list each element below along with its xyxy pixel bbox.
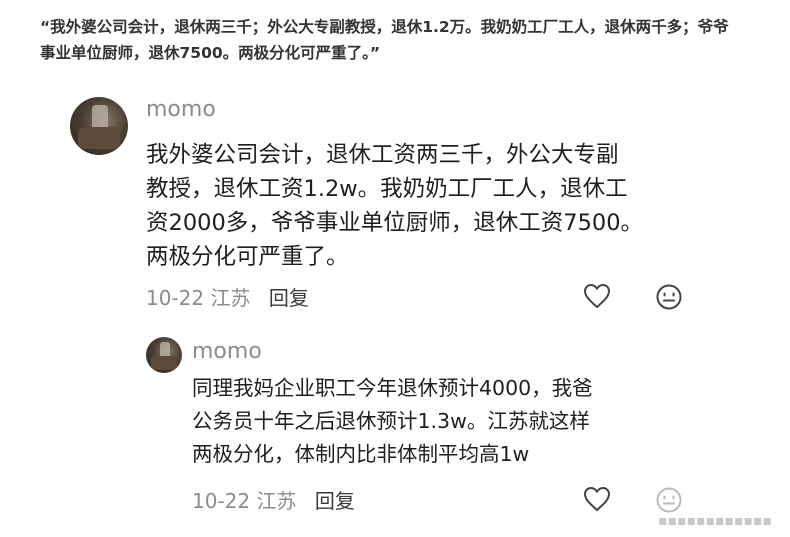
comment-location: 江苏 (210, 286, 251, 310)
heart-outline-icon[interactable] (583, 486, 611, 512)
watermark: ▪▪▪▪▪▪▪▪▪▪▪▪ (658, 513, 772, 529)
comment-line: 公务员十年之后退休预计1.3w。江苏就这样 (192, 409, 590, 433)
comment-meta: 10-22 江苏 回复 (192, 485, 355, 514)
comment-location: 江苏 (256, 489, 297, 513)
comment-line: 我外婆公司会计，退休工资两三千，外公大专副 (146, 142, 619, 168)
comment-line: 教授，退休工资1.2w。我奶奶工厂工人，退休工 (146, 176, 628, 202)
smiley-face-icon[interactable] (655, 486, 683, 514)
comment-line: 两极分化可严重了。 (146, 244, 349, 270)
comment-line: 两极分化，体制内比非体制平均高1w (192, 442, 530, 466)
comment-date: 10-22 (146, 286, 205, 310)
comment-username[interactable]: momo (192, 339, 262, 364)
comment-meta: 10-22 江苏 回复 (146, 282, 309, 311)
heart-outline-icon[interactable] (583, 283, 611, 309)
comment-date: 10-22 (192, 489, 251, 513)
comment-line: 资2000多，爷爷事业单位厨师，退休工资7500。 (146, 210, 644, 236)
comment-line: 同理我妈企业职工今年退休预计4000，我爸 (192, 376, 593, 400)
smiley-face-icon[interactable] (655, 283, 683, 311)
comment-username[interactable]: momo (146, 97, 216, 122)
reply-button[interactable]: 回复 (269, 286, 309, 310)
avatar[interactable] (70, 97, 128, 155)
reply-button[interactable]: 回复 (315, 489, 355, 513)
avatar[interactable] (146, 337, 182, 373)
quote-text: “我外婆公司会计，退休两三千；外公大专副教授，退休1.2万。我奶奶工厂工人，退休… (40, 18, 729, 62)
